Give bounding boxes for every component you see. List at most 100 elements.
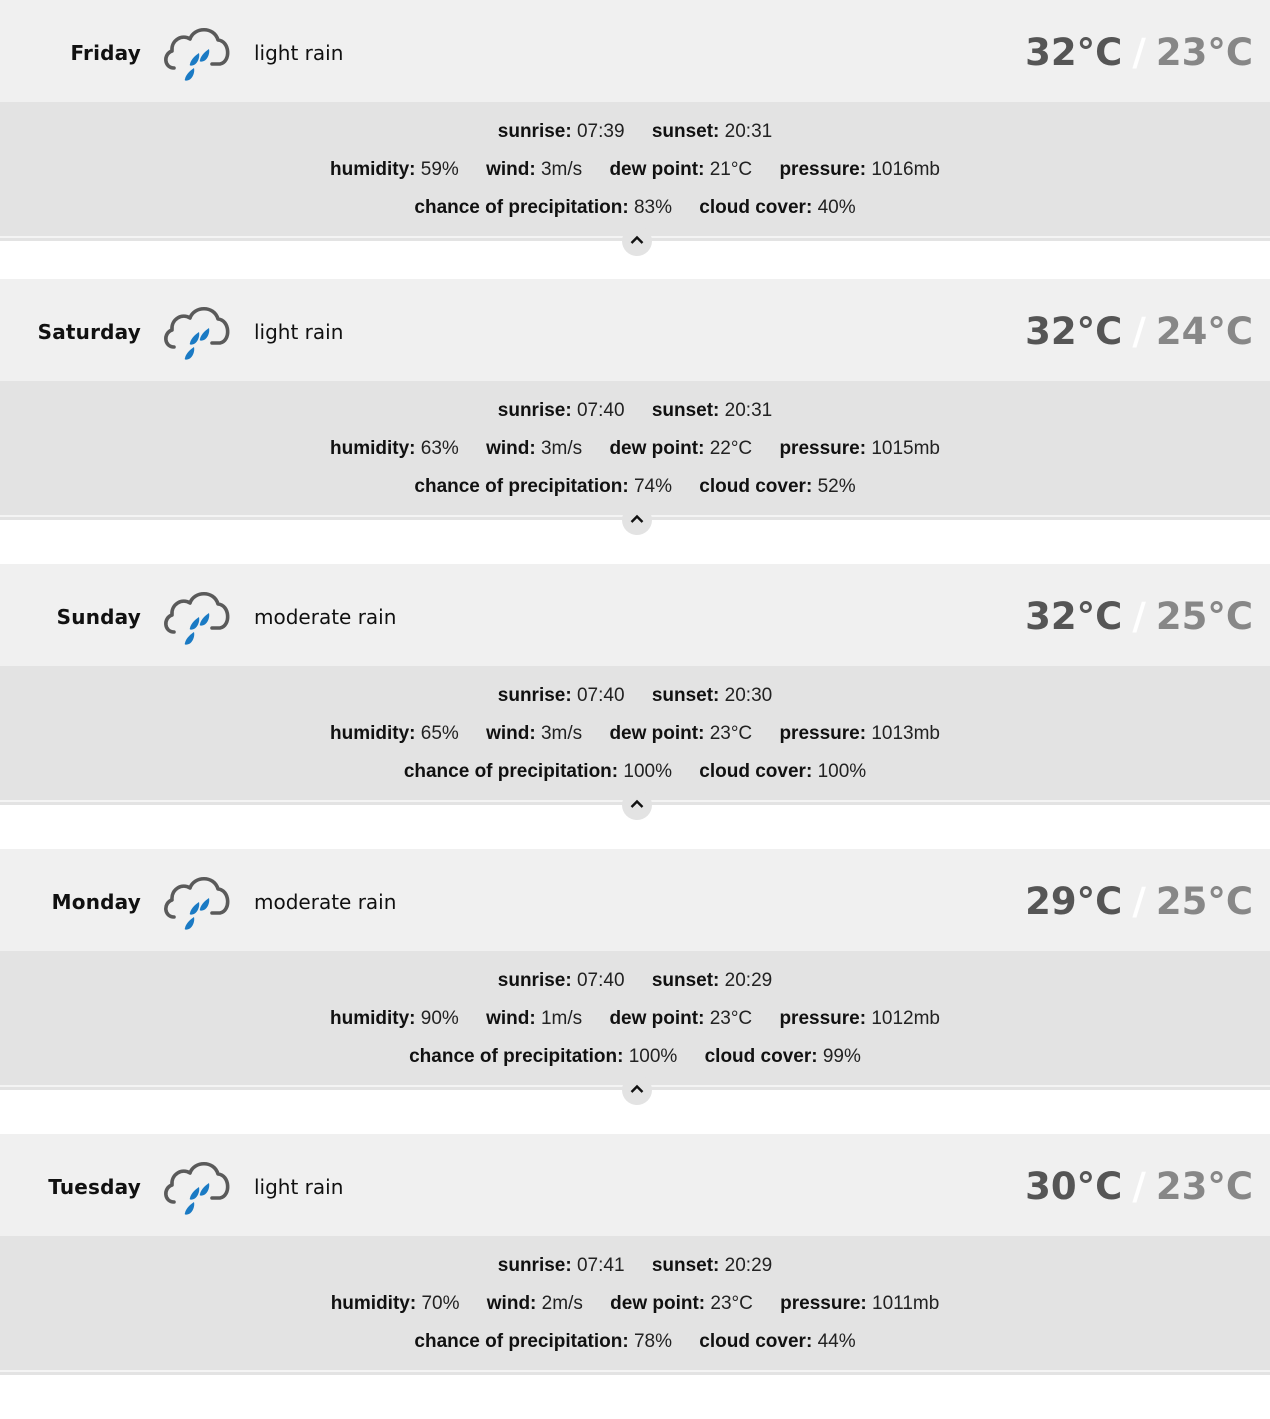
sun-times-row: sunrise: 07:39 sunset: 20:31 xyxy=(0,102,1270,151)
cloud-cover: cloud cover: 40% xyxy=(699,189,855,227)
moderate-rain-cloud-icon xyxy=(160,586,234,656)
temperature-separator: / xyxy=(1132,880,1146,923)
forecast-day: Friday light rain 32°C/23°C sunrise: 07:… xyxy=(0,0,1270,279)
conditions-row: humidity: 65% wind: 3m/s dew point: 23°C… xyxy=(0,715,1270,753)
weather-description: moderate rain xyxy=(254,890,397,914)
day-details-panel: sunrise: 07:40 sunset: 20:31 humidity: 6… xyxy=(0,381,1270,517)
precipitation-value: 74% xyxy=(633,476,673,497)
precipitation-label: chance of precipitation: xyxy=(414,476,629,497)
sunset: sunset: 20:29 xyxy=(652,1247,772,1285)
day-summary-row[interactable]: Monday moderate rain 29°C/25°C xyxy=(0,849,1270,951)
sun-times-row: sunrise: 07:41 sunset: 20:29 xyxy=(0,1236,1270,1285)
wind-value: 3m/s xyxy=(540,438,583,459)
day-name: Saturday xyxy=(37,320,141,344)
wind: wind: 1m/s xyxy=(486,1000,582,1038)
collapse-details-button[interactable] xyxy=(622,226,652,256)
sun-times-row: sunrise: 07:40 sunset: 20:29 xyxy=(0,951,1270,1000)
forecast-day: Monday moderate rain 29°C/25°C sunrise: … xyxy=(0,849,1270,1134)
dew-point-value: 22°C xyxy=(709,438,753,459)
precipitation-chance: chance of precipitation: 74% xyxy=(414,468,672,506)
precipitation-label: chance of precipitation: xyxy=(409,1046,624,1067)
day-details-panel: sunrise: 07:40 sunset: 20:29 humidity: 9… xyxy=(0,951,1270,1087)
pressure: pressure: 1012mb xyxy=(779,1000,940,1038)
sunrise-value: 07:39 xyxy=(576,121,625,142)
cloud-cover: cloud cover: 100% xyxy=(699,753,866,791)
pressure: pressure: 1011mb xyxy=(780,1285,939,1323)
precipitation-label: chance of precipitation: xyxy=(403,761,619,782)
light-rain-cloud-icon xyxy=(160,301,234,371)
sunrise-label: sunrise: xyxy=(497,400,572,421)
humidity: humidity: 59% xyxy=(330,151,459,189)
humidity: humidity: 90% xyxy=(330,1000,459,1038)
collapse-details-button[interactable] xyxy=(622,790,652,820)
cloud-cover-label: cloud cover: xyxy=(699,1331,813,1352)
chevron-up-icon xyxy=(630,514,644,523)
day-details-panel: sunrise: 07:41 sunset: 20:29 humidity: 7… xyxy=(0,1236,1270,1372)
chevron-up-icon xyxy=(630,1084,644,1093)
temperature-separator: / xyxy=(1132,1165,1146,1208)
cloud-cover-label: cloud cover: xyxy=(704,1046,818,1067)
dew-point: dew point: 23°C xyxy=(609,715,752,753)
temperature-range: 32°C/23°C xyxy=(1025,0,1253,102)
sunrise-value: 07:40 xyxy=(576,685,625,706)
cloud-cover-value: 99% xyxy=(822,1046,861,1067)
humidity-label: humidity: xyxy=(330,1293,417,1314)
sunset-label: sunset: xyxy=(651,400,720,421)
dew-point-label: dew point: xyxy=(609,1008,705,1029)
day-summary-row[interactable]: Sunday moderate rain 32°C/25°C xyxy=(0,564,1270,666)
cloud-cover: cloud cover: 52% xyxy=(699,468,855,506)
sunset-value: 20:31 xyxy=(724,400,773,421)
low-temperature: 24°C xyxy=(1155,310,1253,353)
temperature-range: 32°C/25°C xyxy=(1025,564,1253,666)
wind: wind: 2m/s xyxy=(487,1285,583,1323)
collapse-details-button[interactable] xyxy=(622,505,652,535)
low-temperature: 25°C xyxy=(1155,595,1253,638)
daily-forecast-list: Friday light rain 32°C/23°C sunrise: 07:… xyxy=(0,0,1270,1419)
pressure-value: 1012mb xyxy=(871,1008,940,1029)
precipitation-value: 100% xyxy=(628,1046,678,1067)
wind: wind: 3m/s xyxy=(486,715,582,753)
sunset: sunset: 20:30 xyxy=(652,677,772,715)
conditions-row: humidity: 63% wind: 3m/s dew point: 22°C… xyxy=(0,430,1270,468)
pressure-label: pressure: xyxy=(779,438,867,459)
sunset-label: sunset: xyxy=(651,1255,720,1276)
precipitation-value: 83% xyxy=(633,197,673,218)
day-summary-row[interactable]: Friday light rain 32°C/23°C xyxy=(0,0,1270,102)
sun-times-row: sunrise: 07:40 sunset: 20:31 xyxy=(0,381,1270,430)
day-name: Friday xyxy=(70,41,141,65)
humidity: humidity: 70% xyxy=(331,1285,460,1323)
dew-point-label: dew point: xyxy=(609,438,705,459)
humidity-value: 59% xyxy=(420,159,459,180)
wind-value: 3m/s xyxy=(540,159,583,180)
wind-label: wind: xyxy=(486,159,536,180)
wind-value: 2m/s xyxy=(541,1293,583,1314)
cloud-cover: cloud cover: 44% xyxy=(699,1323,855,1361)
wind: wind: 3m/s xyxy=(486,151,582,189)
day-summary-row[interactable]: Tuesday light rain 30°C/23°C xyxy=(0,1134,1270,1236)
weather-description: light rain xyxy=(254,41,344,65)
dew-point: dew point: 23°C xyxy=(610,1285,753,1323)
collapse-details-button[interactable] xyxy=(622,1075,652,1105)
sunrise-label: sunrise: xyxy=(497,970,572,991)
sunrise-value: 07:40 xyxy=(576,400,625,421)
humidity-value: 65% xyxy=(420,723,459,744)
cloud-cover: cloud cover: 99% xyxy=(705,1038,861,1076)
forecast-day: Tuesday light rain 30°C/23°C sunrise: 07… xyxy=(0,1134,1270,1419)
sunset: sunset: 20:31 xyxy=(652,113,772,151)
high-temperature: 30°C xyxy=(1025,1165,1123,1208)
temperature-separator: / xyxy=(1132,595,1146,638)
pressure: pressure: 1013mb xyxy=(779,715,940,753)
pressure-label: pressure: xyxy=(779,1008,867,1029)
high-temperature: 32°C xyxy=(1025,595,1123,638)
high-temperature: 32°C xyxy=(1025,31,1123,74)
cloud-cover-value: 52% xyxy=(817,476,856,497)
pressure-value: 1016mb xyxy=(871,159,940,180)
day-summary-row[interactable]: Saturday light rain 32°C/24°C xyxy=(0,279,1270,381)
sunrise-value: 07:41 xyxy=(576,1255,625,1276)
precipitation-chance: chance of precipitation: 83% xyxy=(414,189,672,227)
cloud-cover-label: cloud cover: xyxy=(699,197,813,218)
sunrise: sunrise: 07:39 xyxy=(498,113,625,151)
cloud-cover-value: 100% xyxy=(817,761,867,782)
sunrise-value: 07:40 xyxy=(576,970,625,991)
humidity-label: humidity: xyxy=(329,723,416,744)
